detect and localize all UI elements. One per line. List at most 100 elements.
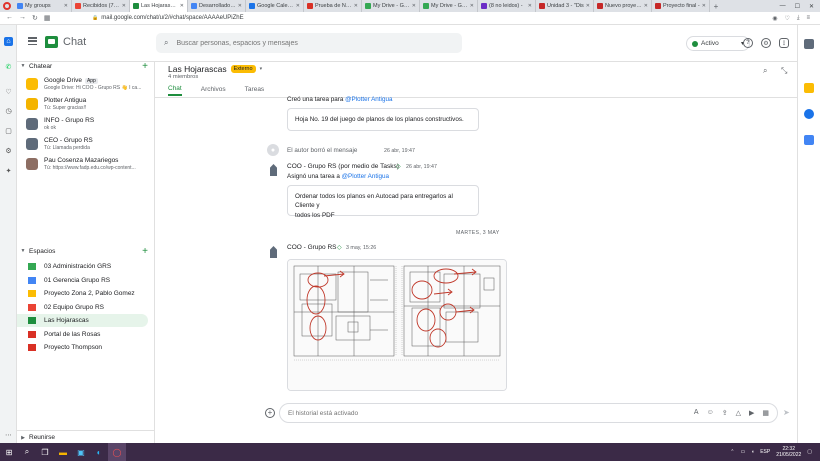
task-card[interactable]: Ordenar todos los planos en Autocad para… — [287, 185, 479, 219]
browser-tab[interactable]: Desarrolladores -✕ — [188, 0, 246, 12]
tab-archivos[interactable]: Archivos — [201, 82, 226, 96]
dm-item[interactable]: CEO - Grupo RS Tú: Llamada perdida — [17, 134, 154, 154]
new-tab-button[interactable]: + — [710, 0, 722, 12]
mention-link[interactable]: @Plotter Antigua — [342, 173, 389, 180]
minimize-icon[interactable]: — — [780, 3, 786, 9]
back-icon[interactable]: ← — [6, 14, 13, 22]
close-window-icon[interactable]: ✕ — [809, 3, 814, 10]
search-icon[interactable]: ⌕ — [18, 443, 36, 461]
keep-icon[interactable] — [804, 83, 814, 93]
search-input[interactable] — [176, 39, 427, 47]
close-tab-icon[interactable]: ✕ — [702, 3, 706, 9]
url-field[interactable]: mail.google.com/chat/u/2/#chat/space/AAA… — [101, 15, 243, 21]
browser-tab[interactable]: Google Calendar✕ — [246, 0, 304, 12]
message-input[interactable] — [288, 409, 588, 417]
close-tab-icon[interactable]: ✕ — [296, 3, 300, 9]
close-tab-icon[interactable]: ✕ — [180, 3, 184, 9]
close-tab-icon[interactable]: ✕ — [122, 3, 126, 9]
space-item[interactable]: 03 Administración GRS — [17, 260, 148, 273]
clock[interactable]: 22:32 21/05/2022 — [776, 446, 801, 458]
task-view-icon[interactable]: ❐ — [36, 443, 54, 461]
close-tab-icon[interactable]: ✕ — [238, 3, 242, 9]
emoji-icon[interactable]: ☺ — [707, 409, 714, 417]
file-explorer-icon[interactable]: ▬ — [54, 443, 72, 461]
space-item[interactable]: Portal de las Rosas — [17, 328, 148, 341]
status-dropdown[interactable]: Activo ▾ — [686, 36, 750, 51]
network-icon[interactable]: ▭ — [740, 449, 745, 455]
opera-taskbar-icon[interactable]: ◯ — [108, 443, 126, 461]
image-attachment[interactable] — [287, 259, 507, 391]
account-avatar-icon[interactable] — [804, 39, 814, 49]
chat-section-header[interactable]: ▼ Chatear + — [17, 60, 154, 72]
browser-tab[interactable]: Prueba de Nue...✕ — [304, 0, 362, 12]
sender-name[interactable]: COO - Grupo RS — [287, 244, 336, 251]
add-attachment-icon[interactable]: + — [265, 408, 275, 418]
meet-section-header[interactable]: ▶ Reunirse — [17, 430, 154, 442]
close-tab-icon[interactable]: ✕ — [64, 3, 68, 9]
dm-item[interactable]: Plotter Antigua Tú: Super gracias!! — [17, 94, 154, 114]
history-icon[interactable]: ◷ — [4, 106, 13, 115]
browser-tab[interactable]: Recibidos (72) - ✕ — [72, 0, 130, 12]
help-icon[interactable]: ? — [743, 38, 753, 48]
notifications-icon[interactable]: ▢ — [807, 449, 812, 455]
maximize-icon[interactable]: ☐ — [795, 3, 800, 10]
calendar-icon[interactable]: ▦ — [762, 409, 769, 417]
dm-item[interactable]: Google Drive App Google Drive: Hi COO - Gr… — [17, 74, 154, 94]
main-menu-icon[interactable] — [28, 37, 37, 45]
browser-tab[interactable]: My Drive - Goog ✕ — [420, 0, 478, 12]
lightbulb-icon[interactable]: ✦ — [4, 166, 13, 175]
browser-tab[interactable]: Las Hojarascas ✕ — [130, 0, 188, 12]
dm-item[interactable]: INFO - Grupo RS ok ok — [17, 114, 154, 134]
close-tab-icon[interactable]: ✕ — [528, 3, 532, 9]
space-item[interactable]: 02 Equipo Grupo RS — [17, 301, 148, 314]
menu-icon[interactable]: ≡ — [806, 15, 810, 22]
bot-avatar[interactable] — [268, 164, 279, 176]
windows-start-icon[interactable]: ⊞ — [0, 443, 18, 461]
spaces-section-header[interactable]: ▼ Espacios + — [17, 245, 154, 257]
format-text-icon[interactable]: A — [694, 409, 699, 417]
drive-icon[interactable]: △ — [736, 409, 741, 417]
space-item[interactable]: Proyecto Thompson — [17, 341, 148, 354]
apps-grid-icon[interactable]: ⋮ — [779, 38, 789, 48]
volume-icon[interactable]: ◖ — [751, 449, 754, 455]
search-icon[interactable]: ⌕ — [164, 38, 168, 48]
member-count[interactable]: 4 miembros — [168, 74, 198, 80]
tasks-icon[interactable] — [804, 109, 814, 119]
dm-item[interactable]: Pau Cosenza Mazariegos Tú: https://www.fa… — [17, 154, 154, 174]
bot-avatar[interactable] — [268, 246, 279, 258]
search-icon[interactable]: ⌕ — [763, 66, 767, 76]
settings-icon[interactable]: ⚙ — [4, 146, 13, 155]
download-icon[interactable]: ⤓ — [797, 15, 800, 22]
mention-link[interactable]: @Plotter Antigua — [345, 96, 392, 103]
new-space-icon[interactable]: + — [142, 246, 148, 257]
browser-tab[interactable]: Nuevo proyecto ✕ — [594, 0, 652, 12]
browser-tab[interactable]: My Drive - Goo ✕ — [362, 0, 420, 12]
space-item[interactable]: Las Hojarascas — [17, 314, 148, 327]
close-tab-icon[interactable]: ✕ — [470, 3, 474, 9]
tab-tareas[interactable]: Tareas — [245, 82, 265, 96]
browser-tab[interactable]: Proyecto final - ✕ — [652, 0, 710, 12]
new-chat-icon[interactable]: + — [142, 61, 148, 72]
browser-tab[interactable]: Unidad 3 - "Dis ✕ — [536, 0, 594, 12]
whatsapp-icon[interactable]: ✆ — [4, 62, 13, 71]
lock-icon[interactable]: 🔒 — [92, 15, 98, 21]
opera-logo-icon[interactable] — [0, 0, 14, 12]
video-icon[interactable]: ▶ — [749, 409, 754, 417]
task-card[interactable]: Hoja No. 19 del juego de planos de los p… — [287, 108, 479, 131]
room-title[interactable]: Las Hojarascas Externo ▾ — [168, 64, 262, 74]
space-item[interactable]: 01 Gerencia Grupo RS — [17, 274, 148, 287]
bookmark-heart-icon[interactable]: ♡ — [4, 87, 13, 96]
gear-icon[interactable]: ⚙ — [761, 38, 771, 48]
language-indicator[interactable]: ESP — [760, 449, 770, 455]
home-icon[interactable]: ⌂ — [4, 37, 13, 46]
calendar-icon[interactable] — [804, 135, 814, 145]
close-tab-icon[interactable]: ✕ — [412, 3, 416, 9]
heart-icon[interactable]: ♡ — [784, 15, 789, 22]
forward-icon[interactable]: → — [19, 14, 26, 22]
send-icon[interactable]: ➤ — [783, 408, 790, 417]
browser-tab[interactable]: My groups ✕ — [14, 0, 72, 12]
close-tab-icon[interactable]: ✕ — [354, 3, 358, 9]
avatar[interactable]: ● — [267, 144, 279, 156]
tab-chat[interactable]: Chat — [168, 82, 182, 96]
tray-up-icon[interactable]: ⌃ — [730, 449, 734, 455]
